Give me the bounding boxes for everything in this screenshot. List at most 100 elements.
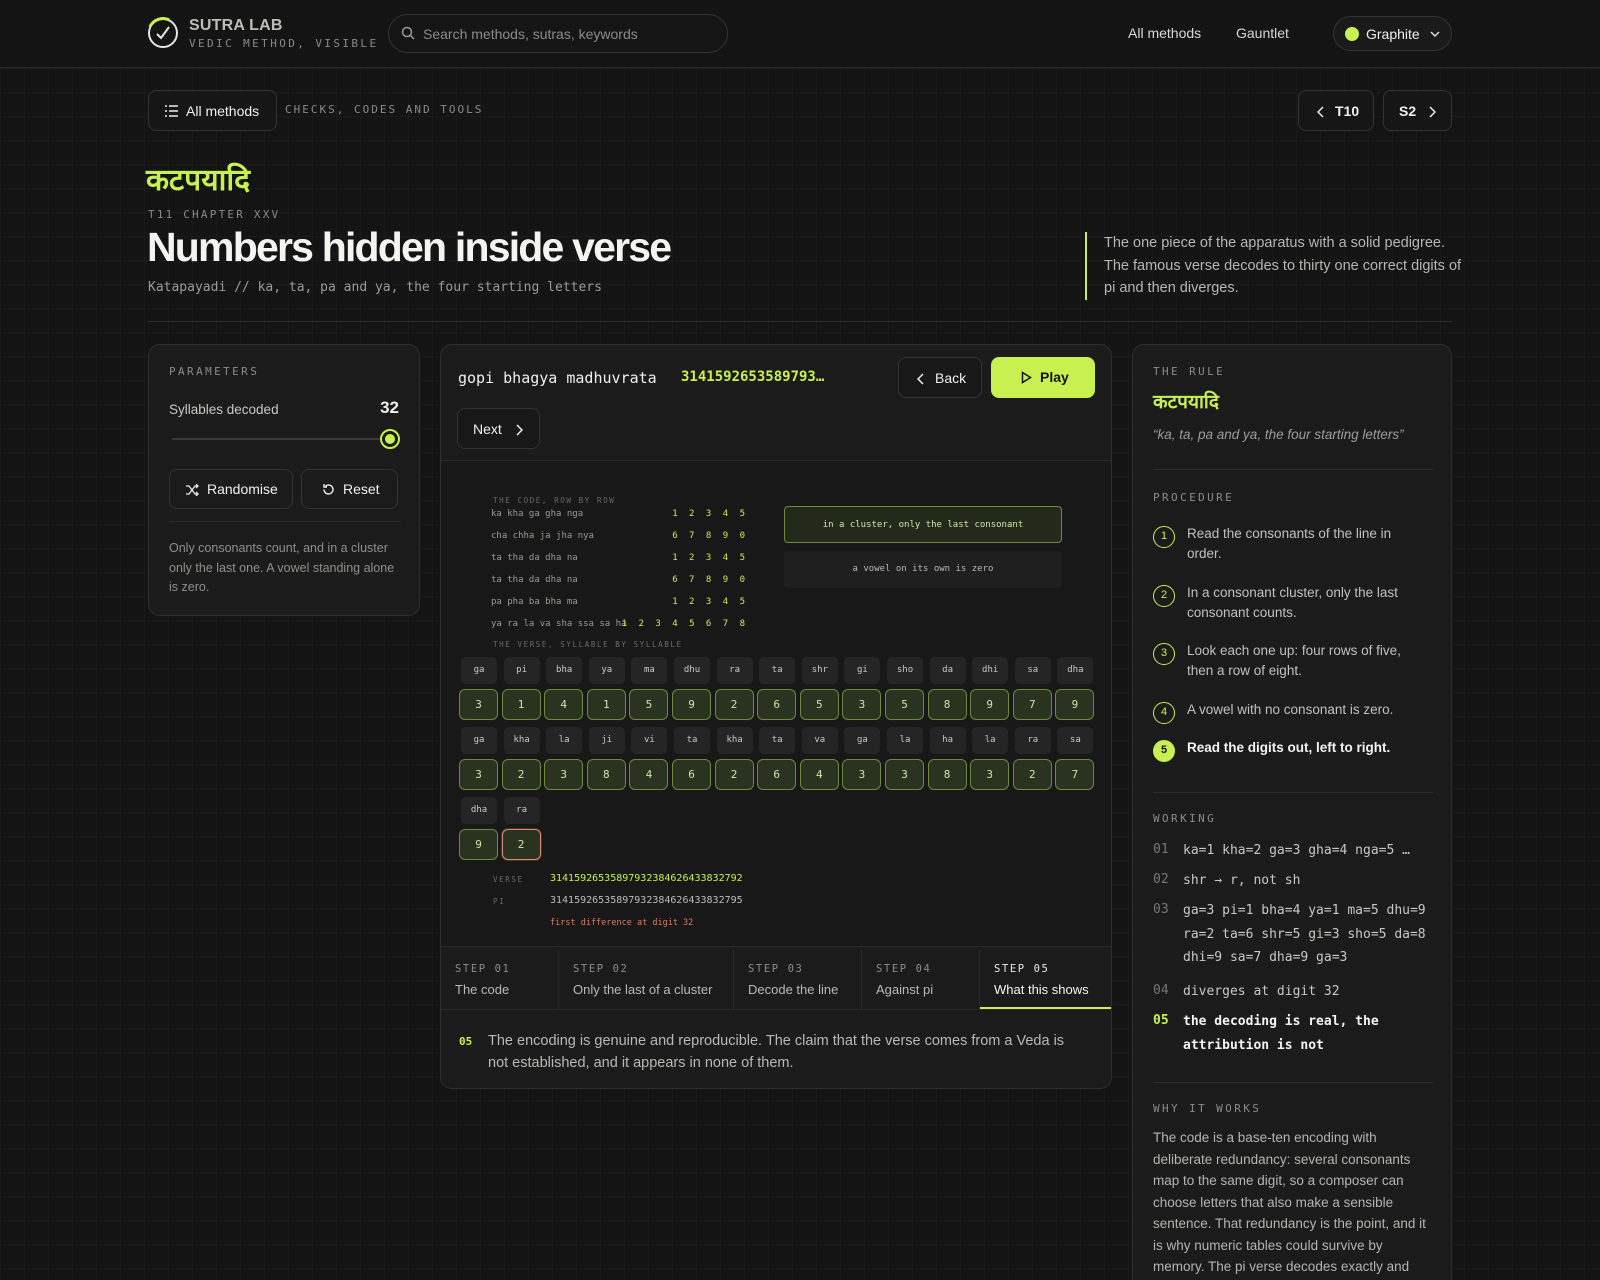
- code-row-letters: ta tha da dha na: [491, 575, 578, 585]
- working-line-number: 01: [1153, 842, 1169, 857]
- decoder-canvas: THE CODE, ROW BY ROW ka kha ga gha nga 1 …: [441, 460, 1111, 947]
- procedure-step-text: Read the consonants of the line in order…: [1187, 526, 1392, 561]
- tab-step-number: STEP 05: [994, 963, 1050, 975]
- slider-thumb[interactable]: [380, 429, 400, 449]
- chevron-left-icon: [917, 373, 924, 385]
- back-button[interactable]: Back: [898, 357, 982, 398]
- all-methods-label: All methods: [186, 103, 260, 119]
- search-input[interactable]: [423, 15, 713, 52]
- next-chapter-button[interactable]: S2: [1383, 90, 1452, 131]
- tab-step-title: Only the last of a cluster: [573, 982, 713, 997]
- syllable-chip: ji: [588, 727, 625, 754]
- tab-step-title: Against pi: [876, 982, 934, 997]
- prev-chapter-button[interactable]: T10: [1298, 90, 1374, 131]
- digit-chip: 6: [757, 689, 797, 720]
- syllable-chip: ra: [716, 657, 753, 684]
- search-box[interactable]: [388, 14, 728, 53]
- randomise-button[interactable]: Randomise: [169, 469, 293, 509]
- digit-chip: 5: [799, 689, 839, 720]
- tab-step-number: STEP 04: [876, 963, 932, 975]
- code-row-digits: 1 2 3 4 5: [672, 553, 748, 563]
- rule-cluster-box: in a cluster, only the last consonant: [784, 506, 1062, 543]
- logo-icon[interactable]: [142, 12, 184, 54]
- visualisation-panel: gopi bhagya madhuvrata 3141592653589793……: [440, 344, 1112, 1089]
- tab-step-02[interactable]: STEP 02 Only the last of a cluster: [559, 950, 734, 1009]
- theme-select[interactable]: Graphite: [1333, 16, 1452, 51]
- tab-step-title: What this shows: [994, 982, 1089, 997]
- step-tabs: STEP 01 The code STEP 02 Only the last of …: [441, 950, 1111, 1009]
- code-row-letters: cha chha ja jha nya: [491, 531, 594, 541]
- digit-chip: 2: [714, 689, 754, 720]
- divider: [1153, 1082, 1433, 1083]
- syllable-chip: ta: [759, 657, 796, 684]
- code-row-letters: ya ra la va sha ssa sa ha: [491, 619, 627, 629]
- difference-note: first difference at digit 32: [550, 918, 694, 928]
- digit-chip: 8: [927, 689, 967, 720]
- code-row-digits: 1 2 3 4 5 6 7 8: [621, 619, 748, 629]
- pi-full-digits: 31415926535897932384626433832795: [550, 895, 743, 906]
- divider: [1153, 792, 1433, 793]
- slider-track[interactable]: [172, 438, 382, 440]
- digit-chip: 7: [1012, 689, 1052, 720]
- digit-chip: 2: [501, 829, 541, 860]
- code-heading: THE CODE, ROW BY ROW: [493, 496, 616, 505]
- working-line-number: 04: [1153, 983, 1169, 998]
- procedure-step-number: 5: [1153, 740, 1175, 762]
- digit-chip: 1: [501, 689, 541, 720]
- tab-step-04[interactable]: STEP 04 Against pi: [862, 950, 980, 1009]
- digit-chip: 9: [1055, 689, 1095, 720]
- digit-chip: 8: [586, 759, 626, 790]
- digit-chip: 3: [970, 759, 1010, 790]
- syllable-chip: dhi: [972, 657, 1009, 684]
- syllable-chip: vi: [631, 727, 668, 754]
- shuffle-icon: [186, 484, 199, 496]
- play-icon: [1021, 371, 1032, 384]
- all-methods-button[interactable]: All methods: [148, 90, 277, 131]
- syllable-chip: la: [546, 727, 583, 754]
- chevron-down-icon: [1430, 31, 1440, 38]
- digit-chip: 3: [459, 759, 498, 790]
- parameters-panel: PARAMETERS Syllables decoded 32 Randomis…: [148, 344, 420, 616]
- syllable-chip: sa: [1014, 657, 1051, 684]
- tab-step-number: STEP 01: [455, 963, 511, 975]
- procedure-step-text: In a consonant cluster, only the last co…: [1187, 585, 1398, 620]
- divider: [148, 321, 1452, 322]
- syllable-chip: shr: [801, 657, 838, 684]
- tab-step-05[interactable]: STEP 05 What this shows: [980, 950, 1111, 1009]
- code-row-digits: 6 7 8 9 0: [672, 575, 748, 585]
- code-row-letters: ta tha da dha na: [491, 553, 578, 563]
- reset-icon: [323, 484, 334, 495]
- nav-gauntlet[interactable]: Gauntlet: [1236, 25, 1289, 41]
- syllable-chip: ga: [461, 727, 497, 754]
- syllable-chip: sho: [887, 657, 923, 684]
- next-button[interactable]: Next: [457, 408, 540, 449]
- procedure-step-number: 2: [1153, 585, 1175, 607]
- digit-chip: 9: [459, 829, 498, 860]
- digit-chip: 4: [544, 689, 584, 720]
- syllable-chip: ga: [461, 657, 497, 684]
- syllable-chip: ma: [631, 657, 668, 684]
- syllable-chip: ya: [588, 657, 625, 684]
- procedure-step-text: Read the digits out, left to right.: [1187, 740, 1391, 755]
- tab-step-03[interactable]: STEP 03 Decode the line: [734, 950, 862, 1009]
- procedure-step-number: 3: [1153, 643, 1175, 665]
- reset-button[interactable]: Reset: [301, 469, 398, 509]
- tab-step-01[interactable]: STEP 01 The code: [441, 950, 559, 1009]
- syllable-chip: pi: [503, 657, 540, 684]
- digit-chip: 2: [714, 759, 754, 790]
- digit-chip: 3: [459, 689, 498, 720]
- code-row-letters: pa pha ba bha ma: [491, 597, 578, 607]
- play-label: Play: [1040, 369, 1069, 385]
- nav-all-methods[interactable]: All methods: [1128, 25, 1201, 41]
- digit-chip: 2: [501, 759, 541, 790]
- list-icon: [165, 105, 178, 117]
- randomise-label: Randomise: [207, 481, 278, 497]
- syllable-chip: ha: [929, 727, 966, 754]
- digit-chip: 2: [1012, 759, 1052, 790]
- divider: [1153, 469, 1433, 470]
- play-button[interactable]: Play: [991, 357, 1095, 398]
- back-label: Back: [935, 370, 967, 386]
- theme-swatch-icon: [1345, 27, 1359, 41]
- breadcrumb-section: CHECKS, CODES AND TOOLS: [285, 103, 484, 116]
- syllable-chip: dha: [461, 797, 497, 824]
